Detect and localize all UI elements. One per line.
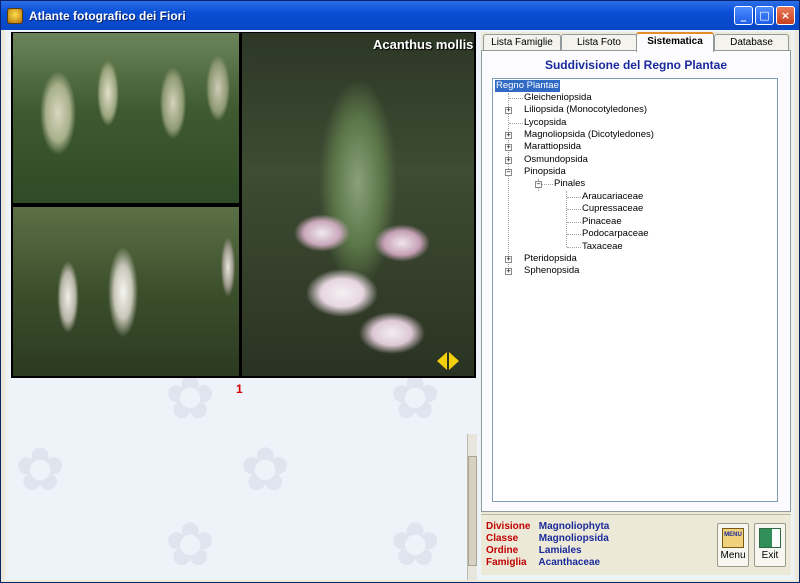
tab-sistematica[interactable]: Sistematica [636, 32, 714, 52]
exit-button-label: Exit [761, 550, 779, 561]
info-row-classe: Classe Magnoliopsida [486, 533, 609, 545]
info-label: Divisione [486, 521, 531, 532]
expand-icon[interactable]: + [505, 132, 512, 139]
tree-node[interactable]: Taxaceae [582, 241, 623, 253]
tree-node[interactable]: Pinales [554, 178, 585, 190]
expand-icon[interactable]: + [505, 157, 512, 164]
previous-arrow-icon[interactable] [437, 352, 447, 370]
tree-node[interactable]: Liliopsida (Monocotyledones) [524, 104, 647, 116]
info-value: Magnoliopsida [538, 533, 609, 544]
flower-watermark: ✿ [165, 510, 216, 580]
tree-node-root[interactable]: Regno Plantae [495, 80, 560, 92]
tab-database[interactable]: Database [714, 34, 789, 51]
taxonomy-tree[interactable]: Regno Plantae Gleicheniopsida + Liliopsi… [492, 78, 778, 502]
photo-viewer: Acanthus mollis [11, 32, 476, 378]
tree-node[interactable]: Gleicheniopsida [524, 92, 592, 104]
client-area: ✿ ✿ ✿ ✿ ✿ ✿ Acanthus mollis 1 Lista Fami… [5, 30, 795, 580]
expand-icon[interactable]: + [505, 256, 512, 263]
tree-node[interactable]: Araucariaceae [582, 191, 643, 203]
menu-icon: MENU [722, 528, 744, 548]
app-window: Atlante fotografico dei Fiori _ □ × ✿ ✿ … [0, 0, 800, 583]
tree-node[interactable]: Cupressaceae [582, 203, 643, 215]
app-icon[interactable] [7, 7, 23, 24]
exit-button[interactable]: Exit [754, 523, 786, 567]
plant-name: Acanthus mollis [373, 37, 474, 52]
expand-icon[interactable]: + [505, 268, 512, 275]
right-panel: Lista Famiglie Lista Foto Sistematica Da… [481, 32, 791, 575]
info-row-ordine: Ordine Lamiales [486, 545, 582, 557]
tree-node[interactable]: Marattiopsida [524, 141, 581, 153]
tree-node[interactable]: Osmundopsida [524, 154, 588, 166]
tree-node[interactable]: Sphenopsida [524, 265, 579, 277]
title-bar[interactable]: Atlante fotografico dei Fiori _ □ × [1, 1, 799, 30]
menu-button[interactable]: MENU Menu [717, 523, 749, 567]
info-row-divisione: Divisione Magnoliophyta [486, 521, 609, 533]
tree-connector [566, 191, 567, 247]
tree-node[interactable]: Pinaceae [582, 216, 622, 228]
panel-title: Suddivisione del Regno Plantae [544, 58, 728, 72]
tree-node[interactable]: Podocarpaceae [582, 228, 649, 240]
flower-watermark: ✿ [15, 435, 66, 505]
collapse-icon[interactable]: − [505, 169, 512, 176]
tab-lista-famiglie[interactable]: Lista Famiglie [483, 34, 561, 51]
info-label: Famiglia [486, 557, 527, 568]
tree-node[interactable]: Pteridopsida [524, 253, 577, 265]
thumbnail-photo-2[interactable] [13, 207, 239, 376]
main-photo[interactable] [242, 33, 474, 376]
expand-icon[interactable]: + [505, 144, 512, 151]
tree-connector [567, 222, 581, 223]
tree-connector [567, 247, 581, 248]
photo-index: 1 [236, 382, 243, 396]
tab-lista-foto[interactable]: Lista Foto [561, 34, 637, 51]
tree-connector [567, 209, 581, 210]
info-label: Classe [486, 533, 519, 544]
tree-connector [509, 123, 523, 124]
tab-bar: Lista Famiglie Lista Foto Sistematica Da… [481, 32, 791, 52]
menu-button-label: Menu [720, 550, 746, 561]
tree-node[interactable]: Pinopsida [524, 166, 566, 178]
window-title: Atlante fotografico dei Fiori [29, 8, 186, 23]
close-button[interactable]: × [776, 6, 795, 25]
expand-icon[interactable]: + [505, 107, 512, 114]
window-controls: _ □ × [734, 6, 795, 25]
classification-info: Divisione Magnoliophyta Classe Magnoliop… [481, 514, 791, 575]
info-value: Lamiales [538, 545, 582, 556]
tree-connector [567, 234, 581, 235]
tree-node[interactable]: Magnoliopsida (Dicotyledones) [524, 129, 654, 141]
tree-connector [509, 98, 523, 99]
tree-node[interactable]: Lycopsida [524, 117, 566, 129]
info-label: Ordine [486, 545, 519, 556]
minimize-button[interactable]: _ [734, 6, 753, 25]
tree-connector [567, 197, 581, 198]
maximize-button[interactable]: □ [755, 6, 774, 25]
thumbnail-photo-1[interactable] [13, 33, 239, 203]
scrollbar-thumb[interactable] [468, 456, 477, 566]
info-value: Magnoliophyta [538, 521, 610, 532]
flower-watermark: ✿ [390, 510, 441, 580]
flower-watermark: ✿ [240, 435, 291, 505]
next-arrow-icon[interactable] [449, 352, 459, 370]
photo-navigation [437, 352, 459, 370]
info-value: Acanthaceae [538, 557, 601, 568]
sistematica-panel: Suddivisione del Regno Plantae Regno Pla… [481, 50, 791, 512]
vertical-scrollbar[interactable] [467, 434, 477, 580]
info-row-famiglia: Famiglia Acanthaceae [486, 557, 600, 569]
exit-door-icon [759, 528, 781, 548]
collapse-icon[interactable]: − [535, 181, 542, 188]
tree-connector [508, 93, 509, 271]
